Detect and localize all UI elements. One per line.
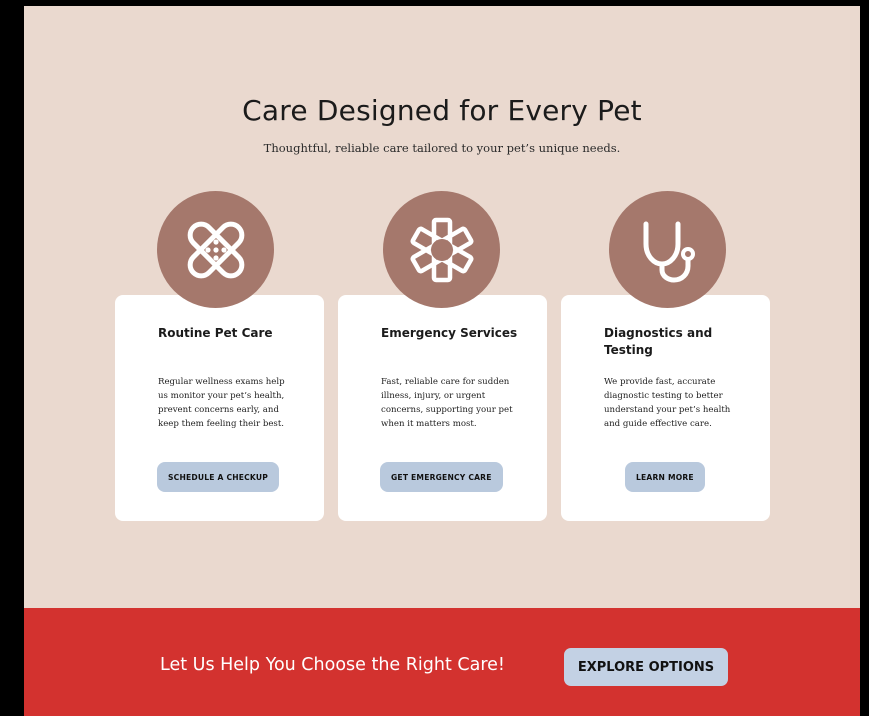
stethoscope-icon — [609, 191, 726, 308]
schedule-checkup-button[interactable]: SCHEDULE A CHECKUP — [157, 462, 280, 492]
cta-banner: Let Us Help You Choose the Right Care! E… — [24, 608, 860, 716]
section-title: Care Designed for Every Pet — [242, 94, 642, 127]
card-title: Routine Pet Care — [158, 326, 273, 340]
medical-star-icon — [383, 191, 500, 308]
card-emergency-services: Emergency Services Fast, reliable care f… — [338, 295, 547, 521]
card-title: Diagnostics and Testing — [604, 326, 713, 357]
card-title: Emergency Services — [381, 326, 518, 340]
explore-options-button[interactable]: EXPLORE OPTIONS — [564, 648, 728, 686]
page: Care Designed for Every Pet Thoughtful, … — [24, 6, 860, 716]
card-description: We provide fast, accurate diagnostic tes… — [604, 377, 731, 429]
card-diagnostics-testing: Diagnostics and Testing We provide fast,… — [561, 295, 770, 521]
card-routine-care: Routine Pet Care Regular wellness exams … — [115, 295, 324, 521]
section-subtitle: Thoughtful, reliable care tailored to yo… — [263, 141, 621, 155]
cta-text: Let Us Help You Choose the Right Care! — [160, 655, 505, 675]
card-description: Regular wellness exams help us monitor y… — [158, 377, 285, 429]
bandage-icon — [157, 191, 274, 308]
card-description: Fast, reliable care for sudden illness, … — [381, 377, 513, 429]
learn-more-button[interactable]: LEARN MORE — [625, 462, 705, 492]
get-emergency-care-button[interactable]: GET EMERGENCY CARE — [380, 462, 503, 492]
